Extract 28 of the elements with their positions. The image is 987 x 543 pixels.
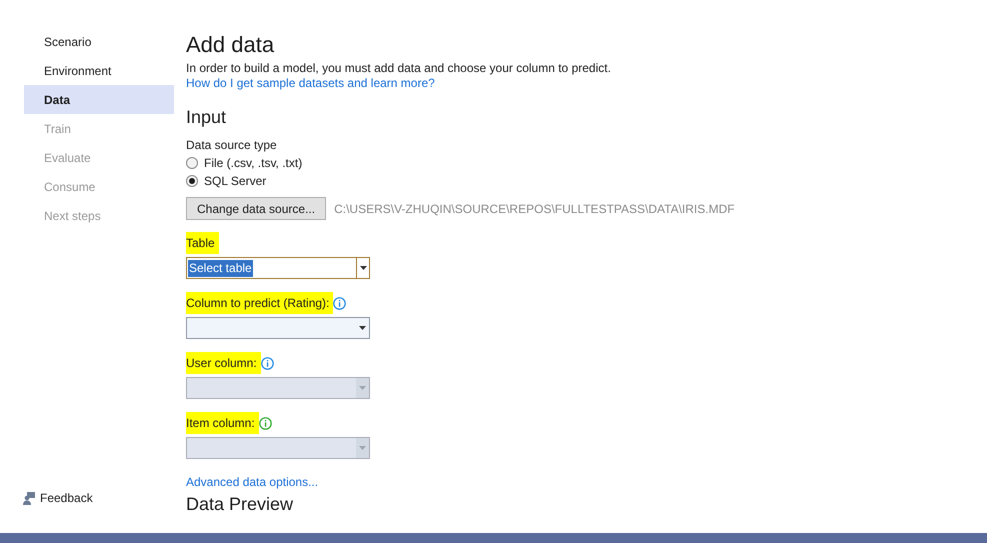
field-label: Table — [186, 232, 219, 254]
file-path: C:\USERS\V-ZHUQIN\SOURCE\REPOS\FULLTESTPASS\DATA\IRIS.MDF — [334, 200, 735, 218]
feedback-icon — [22, 491, 36, 505]
selected-value: Select table — [188, 260, 253, 276]
field-label: Column to predict (Rating): — [186, 292, 334, 314]
feedback-link[interactable]: Feedback — [40, 489, 93, 507]
radio-button[interactable] — [186, 175, 198, 187]
caret-icon — [359, 326, 366, 330]
caret-icon — [359, 386, 366, 390]
field-label: User column: — [186, 352, 261, 374]
radio-label: SQL Server — [204, 173, 266, 190]
nav-item[interactable]: Environment — [24, 56, 174, 85]
caret-icon — [360, 266, 366, 270]
caret-icon — [359, 446, 366, 450]
advanced-options-link[interactable]: Advanced data options... — [186, 473, 318, 491]
help-link[interactable]: How do I get sample datasets and learn more? — [186, 76, 435, 91]
field-label: Data source type — [186, 137, 278, 154]
radio-label: File (.csv, .tsv, .txt) — [204, 155, 302, 172]
section-heading: Data Preview — [186, 493, 294, 515]
field-label: Item column: — [186, 412, 259, 434]
page-title: Add data — [186, 31, 276, 59]
table-dropdown[interactable]: Select table — [186, 257, 370, 279]
radio-button[interactable] — [186, 157, 198, 169]
nav-item[interactable]: Scenario — [24, 27, 174, 56]
change-source-button[interactable]: Change data source... — [186, 197, 326, 220]
section-heading: Input — [186, 106, 228, 128]
nav-item[interactable]: Data — [24, 85, 174, 114]
description: In order to build a model, you must add data and choose your column to predict. — [186, 61, 612, 76]
